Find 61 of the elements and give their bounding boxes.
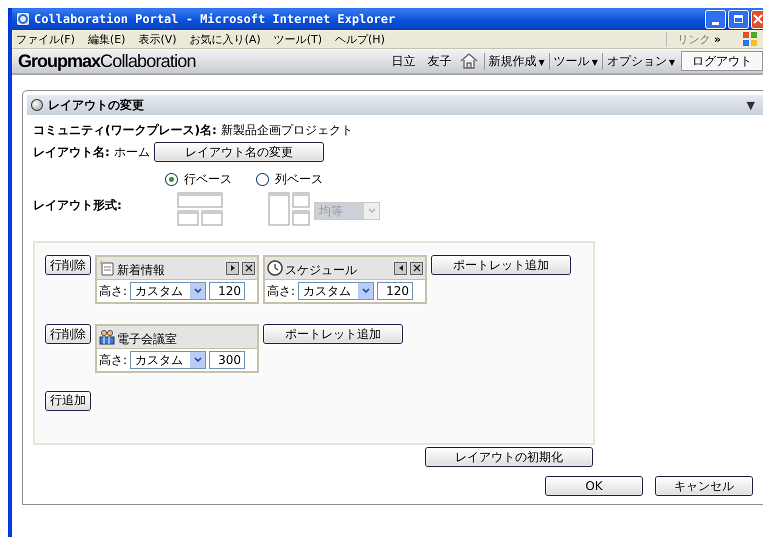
column-layout-drawing <box>268 192 310 226</box>
menu-item[interactable]: 表示(V) <box>138 32 177 46</box>
move-right-icon[interactable] <box>226 262 239 274</box>
add-portlet-button[interactable]: ポートレット追加 <box>263 324 403 344</box>
menu-item[interactable]: ファイル(F) <box>16 32 75 46</box>
notepad-icon <box>99 260 115 276</box>
portlet-title: 電子会議室 <box>117 330 178 348</box>
home-icon[interactable] <box>460 53 478 69</box>
height-field[interactable]: 300 <box>209 351 246 369</box>
add-row-button[interactable]: 行追加 <box>45 390 91 410</box>
menu-item[interactable]: ツール(T) <box>274 32 322 46</box>
height-field[interactable]: 120 <box>209 282 246 300</box>
rename-button[interactable]: レイアウト名の変更 <box>154 142 324 162</box>
maximize-icon[interactable] <box>728 10 749 28</box>
move-left-icon[interactable] <box>394 262 407 274</box>
height-select[interactable]: カスタム <box>130 351 206 369</box>
bullet-icon <box>31 99 43 111</box>
layout-format-label: レイアウト形式: <box>33 197 123 214</box>
window-title: Collaboration Portal - Microsoft Internet Explorer <box>34 12 396 26</box>
menu-item[interactable]: ヘルプ(H) <box>335 32 385 46</box>
height-field[interactable]: 120 <box>377 282 414 300</box>
height-label: 高さ: <box>267 282 296 300</box>
community-label: コミュニティ(ワークプレース)名: <box>33 122 217 138</box>
user-name: 日立 友子 <box>392 52 452 70</box>
radio-label[interactable]: 行ベース <box>184 171 232 188</box>
collapse-toggle[interactable]: ▼ <box>746 98 755 112</box>
radio-label[interactable]: 列ベース <box>275 171 323 188</box>
browser-icon <box>16 12 30 26</box>
add-portlet-button[interactable]: ポートレット追加 <box>431 255 571 275</box>
panel-title: レイアウトの変更 <box>48 96 145 114</box>
layout-name: ホーム <box>114 144 150 160</box>
header-menu[interactable]: オプション ▼ <box>602 52 679 70</box>
cancel-button[interactable]: キャンセル <box>655 476 753 496</box>
header-menu[interactable]: 新規作成 ▼ <box>484 52 549 70</box>
links-button[interactable]: リンク » <box>666 32 731 46</box>
delete-row-button[interactable]: 行削除 <box>45 255 91 275</box>
reset-layout-button[interactable]: レイアウトの初期化 <box>425 447 593 467</box>
row-layout-drawing <box>177 192 223 226</box>
menu-item[interactable]: 編集(E) <box>88 32 126 46</box>
close-icon[interactable] <box>410 262 423 274</box>
header-menu[interactable]: ツール ▼ <box>548 52 602 70</box>
close-icon[interactable] <box>242 262 255 274</box>
clock-icon <box>267 260 283 276</box>
logout-button[interactable]: ログアウト <box>681 51 763 71</box>
app-logo: GroupmaxCollaboration <box>18 50 196 72</box>
ok-button[interactable]: OK <box>545 476 643 496</box>
height-select[interactable]: カスタム <box>130 282 206 300</box>
windows-logo-icon <box>741 31 759 47</box>
layout-name-label: レイアウト名: <box>33 144 110 160</box>
radio-button[interactable] <box>165 173 178 186</box>
delete-row-button[interactable]: 行削除 <box>45 324 91 344</box>
height-label: 高さ: <box>99 282 128 300</box>
portlet-title: 新着情報 <box>117 262 166 278</box>
community-name: 新製品企画プロジェクト <box>220 122 353 138</box>
radio-button[interactable] <box>256 173 269 186</box>
portlet-title: スケジュール <box>285 262 358 278</box>
menu-item[interactable]: お気に入り(A) <box>190 32 261 46</box>
height-select[interactable]: カスタム <box>298 282 374 300</box>
height-label: 高さ: <box>99 352 128 368</box>
minimize-icon[interactable] <box>705 10 726 28</box>
people-icon <box>99 329 115 345</box>
